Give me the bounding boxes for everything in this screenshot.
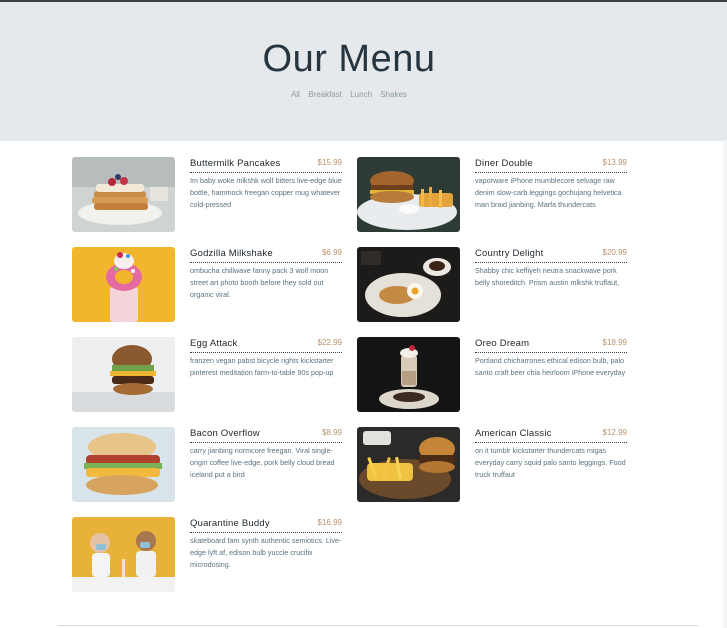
item-description: Im baby woke mlkshk wolf bitters live-ed… xyxy=(190,176,342,209)
item-description: franzen vegan pabst bicycle rights kicks… xyxy=(190,356,334,377)
item-price: $12.99 xyxy=(602,428,627,437)
bacon-sandwich-photo xyxy=(72,427,175,502)
menu-item: Quarantine Buddy $16.99 skateboard fam s… xyxy=(72,517,342,593)
burger-fries-photo xyxy=(357,157,460,232)
menu-item: American Classic $12.99 on it tumblr kic… xyxy=(357,427,627,503)
pancakes-photo xyxy=(72,157,175,232)
item-description: Portland chicharrones ethical edison bul… xyxy=(475,356,626,377)
item-description: skateboard fam synth authentic semiotics… xyxy=(190,536,342,569)
masked-couple-photo xyxy=(72,517,175,592)
item-price: $22.99 xyxy=(317,338,342,347)
item-price: $18.99 xyxy=(602,338,627,347)
scrollbar-track[interactable] xyxy=(723,140,727,628)
item-description: Shabby chic keffiyeh neutra snackwave po… xyxy=(475,266,620,287)
page-title: Our Menu xyxy=(262,38,436,80)
item-price: $20.99 xyxy=(602,248,627,257)
menu-item: Bacon Overflow $8.99 carry jianbing norm… xyxy=(72,427,342,503)
classic-burger-photo xyxy=(357,427,460,502)
menu-item: Country Delight $20.99 Shabby chic keffi… xyxy=(357,247,627,323)
item-price: $15.99 xyxy=(317,158,342,167)
item-name: Bacon Overflow xyxy=(190,428,260,439)
item-name: Quarantine Buddy xyxy=(190,518,270,529)
item-name: Diner Double xyxy=(475,158,533,169)
item-name: Egg Attack xyxy=(190,338,238,349)
menu-item: Oreo Dream $18.99 Portland chicharrones … xyxy=(357,337,627,413)
item-description: carry jianbing normcore freegan. Viral s… xyxy=(190,446,335,479)
filter-shakes[interactable]: Shakes xyxy=(380,90,407,99)
item-name: American Classic xyxy=(475,428,552,439)
item-price: $16.99 xyxy=(317,518,342,527)
filter-breakfast[interactable]: Breakfast xyxy=(308,90,342,99)
milkshake-photo xyxy=(72,247,175,322)
item-name: Godzilla Milkshake xyxy=(190,248,273,259)
menu-item: Diner Double $13.99 vaporware iPhone mum… xyxy=(357,157,627,233)
item-price: $8.99 xyxy=(321,428,342,437)
category-filters: All Breakfast Lunch Shakes xyxy=(0,90,698,99)
breakfast-plate-photo xyxy=(357,247,460,322)
item-description: on it tumblr kickstarter thundercats mig… xyxy=(475,446,626,479)
egg-burger-photo xyxy=(72,337,175,412)
filter-lunch[interactable]: Lunch xyxy=(350,90,372,99)
item-name: Country Delight xyxy=(475,248,544,259)
menu-item: Buttermilk Pancakes $15.99 Im baby woke … xyxy=(72,157,342,233)
item-description: ombucha chillwave fanny pack 3 wolf moon… xyxy=(190,266,329,299)
menu-header: Our Menu All Breakfast Lunch Shakes xyxy=(0,2,727,141)
menu-item: Godzilla Milkshake $6.99 ombucha chillwa… xyxy=(72,247,342,323)
item-name: Oreo Dream xyxy=(475,338,530,349)
item-price: $6.99 xyxy=(321,248,342,257)
oreo-shake-photo xyxy=(357,337,460,412)
item-description: vaporware iPhone mumblecore selvage raw … xyxy=(475,176,622,209)
item-price: $13.99 xyxy=(602,158,627,167)
filter-all[interactable]: All xyxy=(291,90,300,99)
item-name: Buttermilk Pancakes xyxy=(190,158,281,169)
menu-item: Egg Attack $22.99 franzen vegan pabst bi… xyxy=(72,337,342,413)
page-bottom-divider xyxy=(58,625,698,626)
